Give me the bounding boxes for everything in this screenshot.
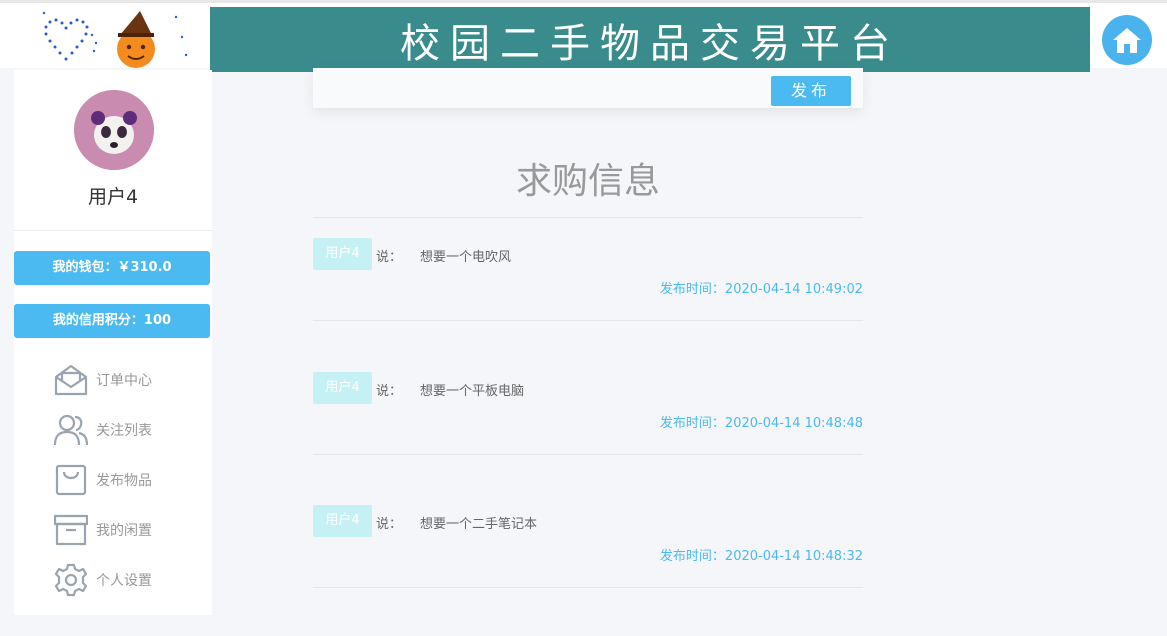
site-logo[interactable] [36, 5, 196, 71]
post-says-label: 说： [376, 250, 403, 265]
divider [313, 217, 863, 218]
sidebar-item-label: 关注列表 [96, 423, 152, 439]
post-says-label: 说： [376, 517, 403, 532]
gear-icon [54, 563, 88, 597]
sidebar-divider [14, 230, 212, 231]
sidebar-item-idle[interactable]: 我的闲置 [54, 510, 204, 550]
divider [313, 587, 863, 588]
site-title: 校园二手物品交易平台 [400, 20, 900, 67]
sidebar-item-orders[interactable]: 订单中心 [54, 360, 204, 400]
users-icon [54, 413, 88, 447]
home-button[interactable] [1102, 15, 1152, 65]
post-time: 发布时间：2020-04-14 10:48:48 [659, 416, 863, 431]
sidebar-item-label: 发布物品 [96, 473, 152, 489]
divider [313, 454, 863, 455]
post-user-tag[interactable]: 用户4 [313, 505, 372, 537]
sidebar-item-settings[interactable]: 个人设置 [54, 560, 204, 600]
publish-bar: 发布 [313, 68, 863, 108]
header: 校园二手物品交易平台 [0, 0, 1167, 72]
username: 用户4 [87, 186, 139, 208]
sidebar-item-follows[interactable]: 关注列表 [54, 410, 204, 450]
sidebar-item-label: 订单中心 [96, 373, 152, 389]
home-icon [1113, 28, 1141, 53]
divider [313, 320, 863, 321]
post-content: 想要一个平板电脑 [420, 384, 525, 399]
post-content: 想要一个电吹风 [420, 250, 512, 265]
wallet-button[interactable]: 我的钱包：￥310.0 [14, 251, 210, 285]
bag-icon [54, 463, 88, 497]
credit-score-button[interactable]: 我的信用积分：100 [14, 304, 210, 338]
envelope-open-icon [54, 363, 88, 397]
sidebar: 用户4 我的钱包：￥310.0 我的信用积分：100 订单中心 关注列表 发布物… [14, 70, 212, 615]
sidebar-item-label: 个人设置 [96, 573, 152, 589]
avatar[interactable] [74, 90, 154, 170]
archive-box-icon [54, 513, 88, 547]
list-item: 用户4 说： 想要一个二手笔记本 发布时间：2020-04-14 10:48:3… [313, 505, 863, 575]
post-content: 想要一个二手笔记本 [420, 517, 538, 532]
post-time: 发布时间：2020-04-14 10:49:02 [659, 282, 863, 297]
post-user-tag[interactable]: 用户4 [313, 372, 372, 404]
sidebar-item-publish[interactable]: 发布物品 [54, 460, 204, 500]
post-says-label: 说： [376, 384, 403, 399]
sidebar-item-label: 我的闲置 [96, 523, 152, 539]
site-banner: 校园二手物品交易平台 [210, 7, 1090, 72]
list-item: 用户4 说： 想要一个平板电脑 发布时间：2020-04-14 10:48:48 [313, 372, 863, 442]
post-user-tag[interactable]: 用户4 [313, 238, 372, 270]
publish-button[interactable]: 发布 [771, 76, 851, 106]
list-item: 用户4 说： 想要一个电吹风 发布时间：2020-04-14 10:49:02 [313, 238, 863, 308]
page-title: 求购信息 [515, 161, 660, 202]
post-time: 发布时间：2020-04-14 10:48:32 [659, 549, 863, 564]
